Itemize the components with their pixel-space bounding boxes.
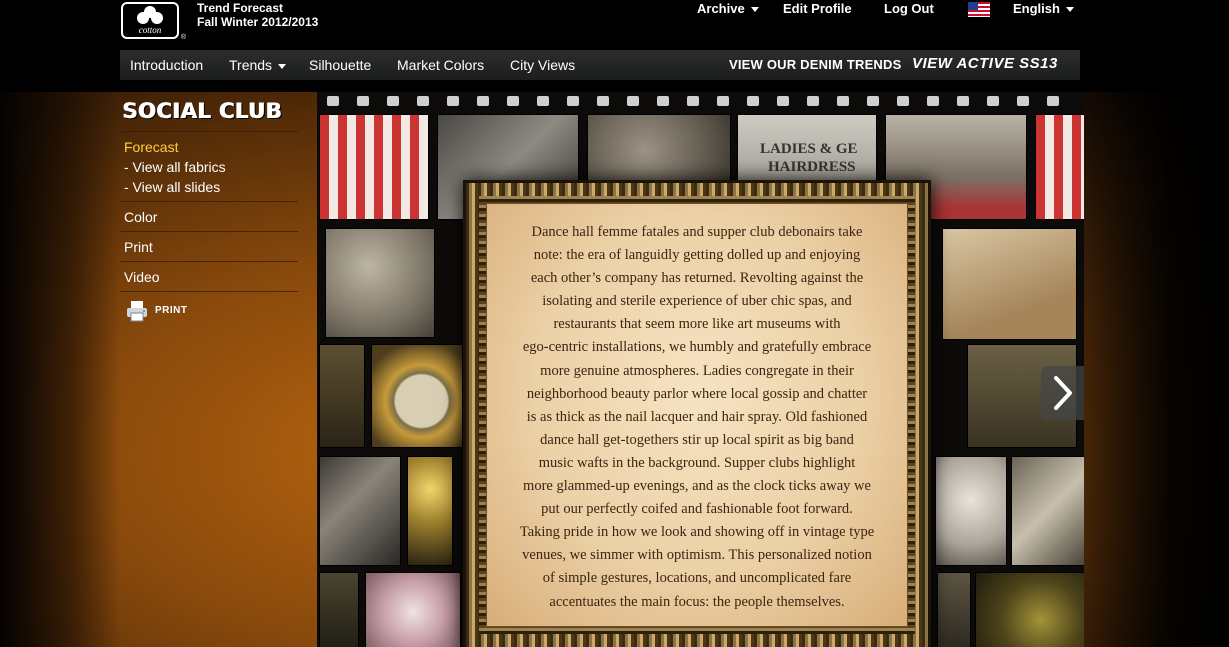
sign-text-1: LADIES & GE <box>760 141 858 157</box>
us-flag-icon[interactable] <box>968 2 990 17</box>
sidebar-item-view-fabrics[interactable]: - View all fabrics <box>124 159 226 175</box>
language-label: English <box>1013 1 1060 16</box>
edit-profile-link[interactable]: Edit Profile <box>783 1 852 16</box>
denim-trends-link[interactable]: VIEW OUR DENIM TRENDS <box>729 57 901 72</box>
nav-silhouette[interactable]: Silhouette <box>309 57 371 73</box>
divider <box>120 201 298 202</box>
photo-woman-banjo[interactable] <box>325 228 435 338</box>
log-out-link[interactable]: Log Out <box>884 1 934 16</box>
photo-card-fan[interactable] <box>1011 456 1084 566</box>
nav-introduction[interactable]: Introduction <box>130 57 203 73</box>
sidebar-item-view-slides[interactable]: - View all slides <box>124 179 220 195</box>
sidebar-item-print[interactable]: Print <box>124 239 153 255</box>
photo-gold-wallpaper[interactable] <box>975 572 1084 647</box>
photo-dark-panel[interactable] <box>319 344 365 448</box>
sidebar-item-video[interactable]: Video <box>124 269 160 285</box>
print-button[interactable]: PRINT <box>155 305 188 316</box>
sidebar-item-color[interactable]: Color <box>124 209 157 225</box>
nav-market-colors[interactable]: Market Colors <box>397 57 484 73</box>
active-ss13-link[interactable]: VIEW ACTIVE SS13 <box>912 55 1058 72</box>
photo-wall-lamp[interactable] <box>407 456 453 566</box>
sign-text-2: HAIRDRESS <box>768 159 856 175</box>
divider <box>120 131 298 132</box>
photo-dark-corner[interactable] <box>319 572 359 647</box>
divider <box>120 261 298 262</box>
article-body: Dance hall femme fatales and supper club… <box>519 224 875 610</box>
logo-text: cotton <box>138 25 162 35</box>
photo-woman-portrait[interactable] <box>935 456 1007 566</box>
article-panel: Dance hall femme fatales and supper club… <box>486 203 908 627</box>
photo-striped-wall[interactable] <box>1035 114 1084 220</box>
chevron-right-icon <box>1053 376 1072 410</box>
photo-dark-strip[interactable] <box>937 572 971 647</box>
nav-trends-label: Trends <box>229 57 273 73</box>
left-vignette <box>0 92 120 647</box>
ornate-frame: Dance hall femme fatales and supper club… <box>463 180 931 647</box>
nav-trends[interactable]: Trends <box>229 57 287 73</box>
right-vignette <box>1079 92 1229 647</box>
photo-vintage-clock[interactable] <box>371 344 463 448</box>
section-title: SOCIAL CLUB <box>123 99 283 123</box>
nav-city-views[interactable]: City Views <box>510 57 575 73</box>
top-links: Archive Edit Profile Log Out English <box>0 1 1229 21</box>
photo-handwritten-letter[interactable] <box>942 228 1077 340</box>
divider <box>120 231 298 232</box>
photo-striped-chair[interactable] <box>319 114 429 220</box>
language-menu[interactable]: English <box>1013 1 1074 16</box>
frame-inner-border: Dance hall femme fatales and supper club… <box>479 196 915 634</box>
next-slide-button[interactable] <box>1041 366 1084 420</box>
divider <box>120 291 298 292</box>
registered-mark: ® <box>180 34 186 41</box>
chevron-down-icon <box>278 63 287 69</box>
archive-label: Archive <box>697 1 745 16</box>
photo-floral-dish[interactable] <box>365 572 461 647</box>
archive-menu[interactable]: Archive <box>697 1 759 16</box>
chevron-down-icon <box>1065 7 1074 13</box>
main-nav: Introduction Trends Silhouette Market Co… <box>120 50 1080 80</box>
photo-playing-cards[interactable] <box>319 456 401 566</box>
chevron-down-icon <box>750 7 759 13</box>
sidebar-item-forecast[interactable]: Forecast <box>124 139 178 155</box>
printer-icon[interactable] <box>125 299 149 323</box>
